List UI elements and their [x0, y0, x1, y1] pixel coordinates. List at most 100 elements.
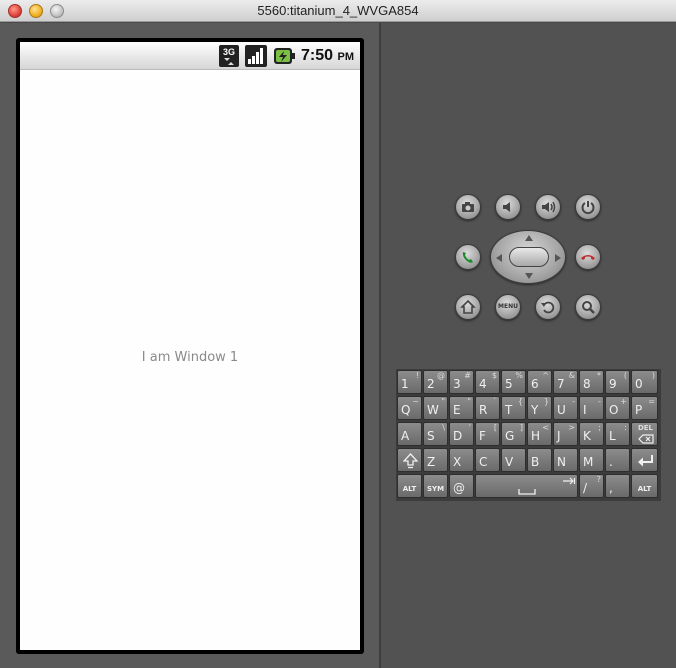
network-3g-icon: 3G	[219, 45, 239, 67]
key-label: 6	[531, 377, 539, 391]
key-v[interactable]: V	[501, 448, 526, 472]
key-f[interactable]: F[	[475, 422, 500, 446]
key-9[interactable]: 9(	[605, 370, 630, 394]
key-7[interactable]: 7 &	[553, 370, 578, 394]
key-alt-label: ^	[542, 371, 549, 380]
end-call-button[interactable]	[575, 244, 601, 270]
key-y[interactable]: Y}	[527, 396, 552, 420]
key-label: F	[479, 429, 486, 443]
power-button[interactable]	[575, 194, 601, 220]
key-t[interactable]: T{	[501, 396, 526, 420]
key-b[interactable]: B	[527, 448, 552, 472]
key-h[interactable]: H <	[527, 422, 552, 446]
key-sym[interactable]: SYM	[423, 474, 448, 498]
key-m[interactable]: M	[579, 448, 604, 472]
key-r[interactable]: R `	[475, 396, 500, 420]
del-label: DEL	[637, 424, 653, 432]
key-label: U	[557, 403, 566, 417]
volume-up-button[interactable]	[535, 194, 561, 220]
key-alt-label: @	[437, 371, 445, 380]
dpad-down-icon[interactable]	[525, 273, 533, 279]
status-clock: 7:50 PM	[301, 47, 354, 65]
dpad[interactable]	[490, 230, 566, 284]
key-0[interactable]: 0)	[631, 370, 658, 394]
alt-label: ALT	[402, 485, 417, 493]
dpad-left-icon[interactable]	[496, 254, 502, 262]
search-icon	[582, 301, 595, 314]
key-x[interactable]: X	[449, 448, 474, 472]
key-3[interactable]: 3 #	[449, 370, 474, 394]
key-period[interactable]: .	[605, 448, 630, 472]
window-label: I am Window 1	[141, 350, 239, 365]
key-p[interactable]: P =	[631, 396, 658, 420]
key-alt-label: ~	[412, 397, 419, 406]
backspace-icon	[638, 434, 654, 444]
battery-charging-icon	[273, 47, 295, 65]
key-alt-label: &	[568, 371, 575, 380]
key-alt-right[interactable]: ALT	[631, 474, 658, 498]
device-display[interactable]: 3G 7:50 PM I am Window 1	[20, 42, 360, 650]
key-label: .	[609, 455, 613, 469]
key-n[interactable]: N	[553, 448, 578, 472]
key-label: S	[427, 429, 435, 443]
status-bar[interactable]: 3G 7:50 PM	[20, 42, 360, 70]
key-label: W	[427, 403, 439, 417]
key-c[interactable]: C	[475, 448, 500, 472]
menu-label: MENU	[498, 303, 518, 310]
home-button[interactable]	[455, 294, 481, 320]
key-d[interactable]: D '	[449, 422, 474, 446]
key-comma[interactable]: ,	[605, 474, 630, 498]
key-l[interactable]: L:	[605, 422, 630, 446]
key-label: /	[583, 481, 588, 495]
key-del[interactable]: DEL	[631, 422, 658, 446]
key-1[interactable]: 1!	[397, 370, 422, 394]
key-alt-label: %	[515, 371, 523, 380]
key-alt-label: ]	[519, 423, 523, 432]
key-o[interactable]: O +	[605, 396, 630, 420]
key-label: Z	[427, 455, 436, 469]
key-at[interactable]: @	[449, 474, 474, 498]
key-u[interactable]: U-	[553, 396, 578, 420]
key-label: H	[531, 429, 541, 443]
call-button[interactable]	[455, 244, 481, 270]
key-2[interactable]: 2 @	[423, 370, 448, 394]
back-button[interactable]	[535, 294, 561, 320]
key-label: M	[583, 455, 594, 469]
key-i[interactable]: I-	[579, 396, 604, 420]
key-shift[interactable]	[397, 448, 422, 472]
key-slash[interactable]: /?	[579, 474, 604, 498]
menu-button[interactable]: MENU	[495, 294, 521, 320]
dpad-right-icon[interactable]	[555, 254, 561, 262]
window-titlebar: 5560:titanium_4_WVGA854	[0, 0, 676, 22]
sym-label: SYM	[426, 485, 445, 493]
key-8[interactable]: 8 *	[579, 370, 604, 394]
shift-icon	[403, 453, 418, 469]
dpad-up-icon[interactable]	[525, 235, 533, 241]
camera-button[interactable]	[455, 194, 481, 220]
key-label: Q	[401, 403, 411, 417]
key-e[interactable]: E "	[449, 396, 474, 420]
key-alt-left[interactable]: ALT	[397, 474, 422, 498]
key-a[interactable]: A	[397, 422, 422, 446]
key-enter[interactable]	[631, 448, 658, 472]
key-q[interactable]: Q ~	[397, 396, 422, 420]
key-s[interactable]: S \	[423, 422, 448, 446]
key-g[interactable]: G]	[501, 422, 526, 446]
dpad-center-button[interactable]	[509, 247, 549, 267]
key-label: V	[505, 455, 514, 469]
key-z[interactable]: Z	[423, 448, 448, 472]
key-4[interactable]: 4 $	[475, 370, 500, 394]
key-label: D	[453, 429, 463, 443]
alt-label: ALT	[637, 485, 652, 493]
key-alt-label: -	[598, 397, 601, 406]
key-k[interactable]: K;	[579, 422, 604, 446]
key-space[interactable]	[475, 474, 578, 498]
key-6[interactable]: 6 ^	[527, 370, 552, 394]
key-j[interactable]: J >	[553, 422, 578, 446]
key-5[interactable]: 5%	[501, 370, 526, 394]
clock-ampm: PM	[337, 51, 354, 63]
volume-down-button[interactable]	[495, 194, 521, 220]
key-w[interactable]: W "	[423, 396, 448, 420]
key-alt-label: "	[467, 397, 471, 406]
search-button[interactable]	[575, 294, 601, 320]
